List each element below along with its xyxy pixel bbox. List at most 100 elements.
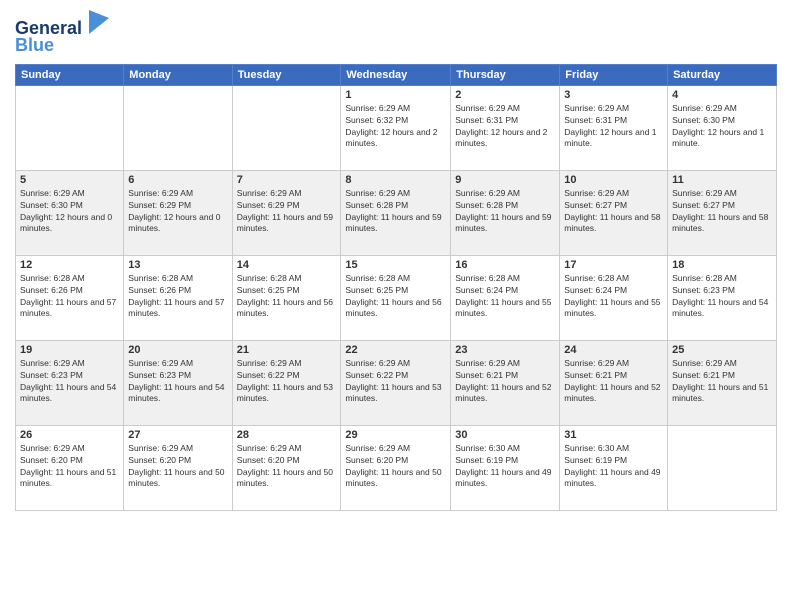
calendar-cell: 3 Sunrise: 6:29 AM Sunset: 6:31 PM Daylig… [560,85,668,170]
day-info: Sunrise: 6:29 AM Sunset: 6:20 PM Dayligh… [345,443,446,491]
day-info: Sunrise: 6:29 AM Sunset: 6:30 PM Dayligh… [672,103,772,151]
day-number: 1 [345,89,446,101]
day-number: 10 [564,174,663,186]
calendar-cell: 25 Sunrise: 6:29 AM Sunset: 6:21 PM Dayli… [668,340,777,425]
day-number: 4 [672,89,772,101]
calendar-cell: 2 Sunrise: 6:29 AM Sunset: 6:31 PM Daylig… [451,85,560,170]
day-number: 8 [345,174,446,186]
day-info: Sunrise: 6:28 AM Sunset: 6:25 PM Dayligh… [237,273,337,321]
day-number: 17 [564,259,663,271]
day-number: 15 [345,259,446,271]
day-number: 13 [128,259,227,271]
calendar-cell: 6 Sunrise: 6:29 AM Sunset: 6:29 PM Daylig… [124,170,232,255]
day-info: Sunrise: 6:30 AM Sunset: 6:19 PM Dayligh… [455,443,555,491]
calendar-cell: 26 Sunrise: 6:29 AM Sunset: 6:20 PM Dayli… [16,425,124,510]
day-info: Sunrise: 6:28 AM Sunset: 6:26 PM Dayligh… [20,273,119,321]
weekday-header: Thursday [451,64,560,85]
day-number: 5 [20,174,119,186]
day-info: Sunrise: 6:29 AM Sunset: 6:29 PM Dayligh… [128,188,227,236]
calendar-cell: 4 Sunrise: 6:29 AM Sunset: 6:30 PM Daylig… [668,85,777,170]
calendar-cell: 27 Sunrise: 6:29 AM Sunset: 6:20 PM Dayli… [124,425,232,510]
day-number: 11 [672,174,772,186]
calendar-cell: 19 Sunrise: 6:29 AM Sunset: 6:23 PM Dayli… [16,340,124,425]
logo-icon [89,10,109,34]
day-info: Sunrise: 6:29 AM Sunset: 6:22 PM Dayligh… [345,358,446,406]
calendar-cell: 7 Sunrise: 6:29 AM Sunset: 6:29 PM Daylig… [232,170,341,255]
day-number: 25 [672,344,772,356]
day-info: Sunrise: 6:29 AM Sunset: 6:23 PM Dayligh… [20,358,119,406]
calendar-cell: 8Sunrise: 6:29 AM Sunset: 6:28 PM Daylig… [341,170,451,255]
calendar-cell: 1 Sunrise: 6:29 AM Sunset: 6:32 PM Daylig… [341,85,451,170]
calendar-cell: 17 Sunrise: 6:28 AM Sunset: 6:24 PM Dayli… [560,255,668,340]
day-info: Sunrise: 6:29 AM Sunset: 6:31 PM Dayligh… [455,103,555,151]
day-info: Sunrise: 6:29 AM Sunset: 6:22 PM Dayligh… [237,358,337,406]
day-info: Sunrise: 6:28 AM Sunset: 6:24 PM Dayligh… [455,273,555,321]
calendar-cell: 23 Sunrise: 6:29 AM Sunset: 6:21 PM Dayli… [451,340,560,425]
day-number: 27 [128,429,227,441]
calendar-cell: 21 Sunrise: 6:29 AM Sunset: 6:22 PM Dayli… [232,340,341,425]
day-number: 18 [672,259,772,271]
calendar-cell: 12 Sunrise: 6:28 AM Sunset: 6:26 PM Dayli… [16,255,124,340]
header: General Blue [15,10,777,56]
calendar-cell: 10 Sunrise: 6:29 AM Sunset: 6:27 PM Dayli… [560,170,668,255]
calendar-cell [16,85,124,170]
calendar-cell: 30 Sunrise: 6:30 AM Sunset: 6:19 PM Dayli… [451,425,560,510]
day-info: Sunrise: 6:29 AM Sunset: 6:27 PM Dayligh… [672,188,772,236]
weekday-header: Monday [124,64,232,85]
day-info: Sunrise: 6:29 AM Sunset: 6:21 PM Dayligh… [455,358,555,406]
weekday-header: Saturday [668,64,777,85]
day-number: 9 [455,174,555,186]
calendar-cell: 14 Sunrise: 6:28 AM Sunset: 6:25 PM Dayli… [232,255,341,340]
day-number: 12 [20,259,119,271]
day-number: 6 [128,174,227,186]
day-number: 29 [345,429,446,441]
day-info: Sunrise: 6:29 AM Sunset: 6:20 PM Dayligh… [128,443,227,491]
calendar-cell: 24 Sunrise: 6:29 AM Sunset: 6:21 PM Dayli… [560,340,668,425]
calendar-cell [124,85,232,170]
calendar-cell: 28 Sunrise: 6:29 AM Sunset: 6:20 PM Dayli… [232,425,341,510]
weekday-header: Friday [560,64,668,85]
day-info: Sunrise: 6:28 AM Sunset: 6:25 PM Dayligh… [345,273,446,321]
day-number: 21 [237,344,337,356]
day-number: 19 [20,344,119,356]
calendar-cell: 13 Sunrise: 6:28 AM Sunset: 6:26 PM Dayli… [124,255,232,340]
day-number: 26 [20,429,119,441]
day-number: 22 [345,344,446,356]
calendar-cell: 16 Sunrise: 6:28 AM Sunset: 6:24 PM Dayli… [451,255,560,340]
calendar-cell: 22 Sunrise: 6:29 AM Sunset: 6:22 PM Dayli… [341,340,451,425]
day-info: Sunrise: 6:28 AM Sunset: 6:26 PM Dayligh… [128,273,227,321]
day-info: Sunrise: 6:29 AM Sunset: 6:32 PM Dayligh… [345,103,446,151]
day-number: 3 [564,89,663,101]
day-number: 28 [237,429,337,441]
day-number: 14 [237,259,337,271]
calendar-cell: 31 Sunrise: 6:30 AM Sunset: 6:19 PM Dayli… [560,425,668,510]
day-info: Sunrise: 6:29 AM Sunset: 6:23 PM Dayligh… [128,358,227,406]
day-number: 31 [564,429,663,441]
calendar-table: SundayMondayTuesdayWednesdayThursdayFrid… [15,64,777,511]
day-info: Sunrise: 6:29 AM Sunset: 6:27 PM Dayligh… [564,188,663,236]
day-number: 23 [455,344,555,356]
calendar-cell: 29 Sunrise: 6:29 AM Sunset: 6:20 PM Dayli… [341,425,451,510]
day-number: 16 [455,259,555,271]
day-info: Sunrise: 6:29 AM Sunset: 6:31 PM Dayligh… [564,103,663,151]
day-number: 2 [455,89,555,101]
day-info: Sunrise: 6:29 AM Sunset: 6:29 PM Dayligh… [237,188,337,236]
day-info: Sunrise: 6:30 AM Sunset: 6:19 PM Dayligh… [564,443,663,491]
day-number: 30 [455,429,555,441]
day-info: Sunrise: 6:29 AM Sunset: 6:20 PM Dayligh… [20,443,119,491]
calendar-cell: 11 Sunrise: 6:29 AM Sunset: 6:27 PM Dayli… [668,170,777,255]
day-info: Sunrise: 6:28 AM Sunset: 6:24 PM Dayligh… [564,273,663,321]
page: General Blue SundayMondayTuesdayWednesda… [0,0,792,612]
day-number: 24 [564,344,663,356]
calendar-cell [668,425,777,510]
calendar-cell: 9 Sunrise: 6:29 AM Sunset: 6:28 PM Daylig… [451,170,560,255]
weekday-header: Sunday [16,64,124,85]
day-info: Sunrise: 6:29 AM Sunset: 6:20 PM Dayligh… [237,443,337,491]
calendar-cell [232,85,341,170]
day-info: Sunrise: 6:29 AM Sunset: 6:28 PM Dayligh… [455,188,555,236]
day-info: Sunrise: 6:29 AM Sunset: 6:21 PM Dayligh… [564,358,663,406]
calendar-cell: 20Sunrise: 6:29 AM Sunset: 6:23 PM Dayli… [124,340,232,425]
day-info: Sunrise: 6:29 AM Sunset: 6:21 PM Dayligh… [672,358,772,406]
weekday-header: Wednesday [341,64,451,85]
day-number: 7 [237,174,337,186]
